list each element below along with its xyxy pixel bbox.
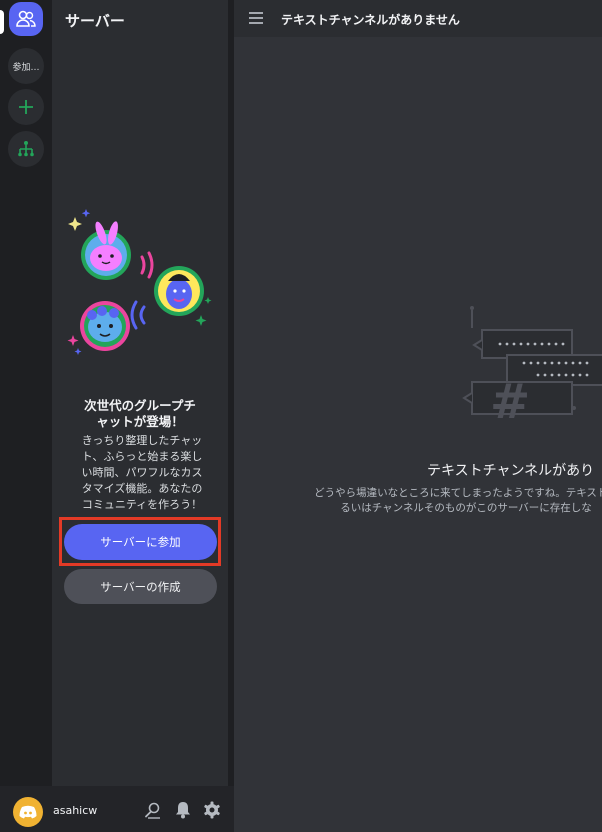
empty-state-line-1: どうやら場違いなところに来てしまったようですね。テキストチ <box>314 487 602 499</box>
top-bar: テキストチャンネルがありません <box>234 0 602 37</box>
panel-title: サーバー <box>65 12 125 30</box>
join-server-button[interactable]: サーバーに参加 <box>64 524 217 560</box>
no-channel-illustration: # <box>462 306 602 430</box>
promo-body-line-5: コミュニティを作ろう！ <box>81 498 203 511</box>
settings-button[interactable] <box>202 800 222 820</box>
selected-indicator <box>0 10 4 34</box>
avatar[interactable] <box>13 797 43 827</box>
discord-logo-icon <box>19 805 37 819</box>
add-server-button[interactable] <box>8 89 44 125</box>
user-search-icon <box>145 802 160 819</box>
user-search-button[interactable] <box>143 800 163 820</box>
empty-state-description: どうやら場違いなところに来てしまったようですね。テキストチ るいはチャンネルその… <box>266 486 602 516</box>
empty-state-title: テキストチャンネルがあり <box>427 463 595 479</box>
notifications-button[interactable] <box>173 800 193 820</box>
friends-icon <box>16 10 36 27</box>
svg-text:#: # <box>490 374 530 430</box>
add-server-icon <box>19 100 33 114</box>
promo-description: きっちり整理したチャッ ト、ふらっと始まる楽し い時間、パワフルなカス タマイズ… <box>68 433 216 513</box>
create-server-button[interactable]: サーバーの作成 <box>64 569 217 604</box>
promo-title: 次世代のグループチ ャットが登場！ <box>52 398 228 430</box>
gear-icon <box>204 801 220 819</box>
server-panel: サーバー 次世代のグループチ ャットが登場！ きっちり整理したチャッ ト、ふらっ… <box>52 0 228 786</box>
menu-icon[interactable] <box>248 11 264 25</box>
username: asahicw <box>53 804 98 817</box>
empty-state-line-2: るいはチャンネルそのものがこのサーバーに存在しな <box>340 502 592 514</box>
promo-body-line-3: い時間、パワフルなカス <box>81 466 203 479</box>
channel-title: テキストチャンネルがありません <box>281 13 460 27</box>
promo-title-line-1: 次世代のグループチ <box>84 398 196 413</box>
explore-servers-button[interactable] <box>8 131 44 167</box>
home-button[interactable] <box>9 2 43 36</box>
promo-body-line-2: ト、ふらっと始まる楽し <box>81 450 203 463</box>
server-rail: 参加… <box>0 0 52 832</box>
promo-body-line-1: きっちり整理したチャッ <box>81 434 203 447</box>
group-chat-illustration <box>67 209 212 355</box>
joining-server-item[interactable]: 参加… <box>8 48 44 84</box>
main-area: テキストチャンネルがありません # テキストチャンネルがあり どうやら場違いなと… <box>234 0 602 832</box>
promo-title-line-2: ャットが登場！ <box>96 414 184 429</box>
promo-body-line-4: タマイズ機能。あなたの <box>81 482 203 495</box>
bell-icon <box>176 802 190 819</box>
explore-icon <box>18 141 34 157</box>
